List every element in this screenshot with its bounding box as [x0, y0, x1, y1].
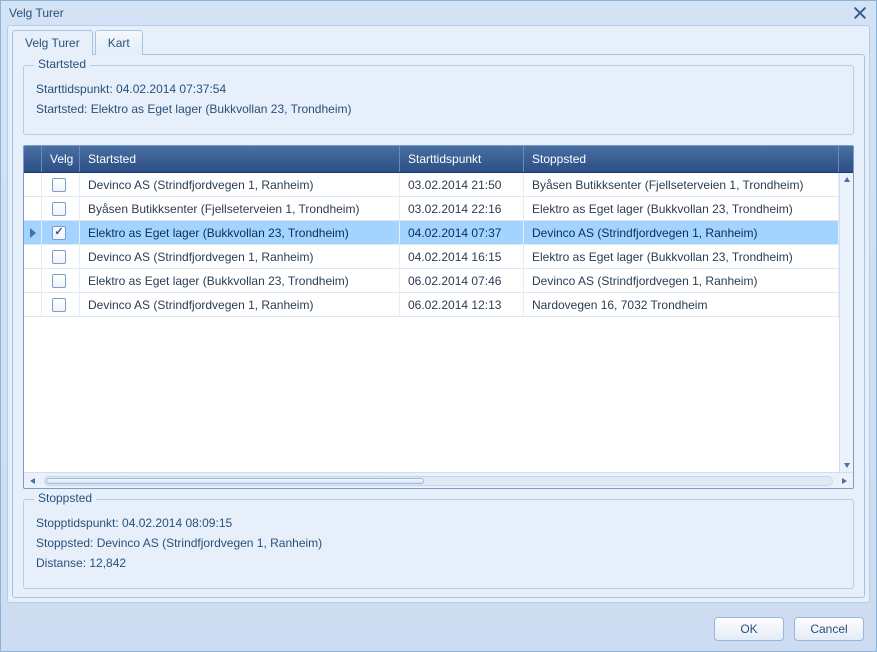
- startsted-group: Startsted Starttidspunkt: 04.02.2014 07:…: [23, 65, 854, 135]
- cell-startsted: Byåsen Butikksenter (Fjellseterveien 1, …: [80, 197, 400, 220]
- table-row[interactable]: Devinco AS (Strindfjordvegen 1, Ranheim)…: [24, 173, 853, 197]
- row-indicator: [24, 293, 42, 316]
- column-header-velg[interactable]: Velg: [42, 146, 80, 172]
- cell-startsted: Elektro as Eget lager (Bukkvollan 23, Tr…: [80, 221, 400, 244]
- cell-stoppsted: Devinco AS (Strindfjordvegen 1, Ranheim): [524, 269, 839, 292]
- stoppsted-legend: Stoppsted: [34, 491, 96, 505]
- grid-header: Velg Startsted Starttidspunkt Stoppsted: [24, 146, 853, 173]
- column-header-stoppsted[interactable]: Stoppsted: [524, 146, 839, 172]
- starttidspunkt-text: Starttidspunkt: 04.02.2014 07:37:54: [36, 82, 841, 96]
- cell-startsted: Devinco AS (Strindfjordvegen 1, Ranheim): [80, 173, 400, 196]
- velg-checkbox[interactable]: [52, 202, 66, 216]
- scroll-left-icon[interactable]: [26, 474, 40, 488]
- cell-stoppsted: Elektro as Eget lager (Bukkvollan 23, Tr…: [524, 197, 839, 220]
- tab-label: Velg Turer: [25, 36, 80, 50]
- velg-checkbox[interactable]: [52, 226, 66, 240]
- cell-stoppsted: Byåsen Butikksenter (Fjellseterveien 1, …: [524, 173, 839, 196]
- cell-starttidspunkt: 04.02.2014 16:15: [400, 245, 524, 268]
- cell-velg: [42, 269, 80, 292]
- cell-startsted: Devinco AS (Strindfjordvegen 1, Ranheim): [80, 293, 400, 316]
- dialog-window: Velg Turer Velg Turer Kart Startsted Sta…: [0, 0, 877, 652]
- column-header-starttidspunkt[interactable]: Starttidspunkt: [400, 146, 524, 172]
- table-row[interactable]: Elektro as Eget lager (Bukkvollan 23, Tr…: [24, 221, 853, 245]
- cancel-label: Cancel: [810, 622, 847, 636]
- hscroll-thumb[interactable]: [46, 478, 424, 484]
- cell-velg: [42, 197, 80, 220]
- row-indicator: [24, 221, 42, 244]
- cell-velg: [42, 173, 80, 196]
- ok-button[interactable]: OK: [714, 617, 784, 641]
- tab-label: Kart: [108, 36, 130, 50]
- hscroll-track[interactable]: [44, 476, 833, 486]
- content-area: Velg Turer Kart Startsted Starttidspunkt…: [7, 25, 870, 603]
- column-header-scroll-gutter: [839, 146, 853, 172]
- scroll-up-icon[interactable]: [840, 173, 854, 187]
- startsted-text: Startsted: Elektro as Eget lager (Bukkvo…: [36, 102, 841, 116]
- stopptidspunkt-text: Stopptidspunkt: 04.02.2014 08:09:15: [36, 516, 841, 530]
- cell-startsted: Devinco AS (Strindfjordvegen 1, Ranheim): [80, 245, 400, 268]
- button-bar: OK Cancel: [1, 609, 876, 651]
- cell-velg: [42, 221, 80, 244]
- cell-stoppsted: Nardovegen 16, 7032 Trondheim: [524, 293, 839, 316]
- row-indicator: [24, 245, 42, 268]
- velg-checkbox[interactable]: [52, 298, 66, 312]
- row-indicator: [24, 173, 42, 196]
- table-row[interactable]: Devinco AS (Strindfjordvegen 1, Ranheim)…: [24, 293, 853, 317]
- cell-stoppsted: Elektro as Eget lager (Bukkvollan 23, Tr…: [524, 245, 839, 268]
- cell-velg: [42, 293, 80, 316]
- column-header-startsted[interactable]: Startsted: [80, 146, 400, 172]
- cell-stoppsted: Devinco AS (Strindfjordvegen 1, Ranheim): [524, 221, 839, 244]
- row-indicator: [24, 197, 42, 220]
- trips-grid: Velg Startsted Starttidspunkt Stoppsted …: [23, 145, 854, 489]
- tab-panel: Startsted Starttidspunkt: 04.02.2014 07:…: [12, 54, 865, 598]
- cell-starttidspunkt: 03.02.2014 21:50: [400, 173, 524, 196]
- velg-checkbox[interactable]: [52, 178, 66, 192]
- window-title: Velg Turer: [9, 1, 64, 25]
- ok-label: OK: [740, 622, 757, 636]
- distanse-text: Distanse: 12,842: [36, 556, 841, 570]
- startsted-legend: Startsted: [34, 57, 90, 71]
- cancel-button[interactable]: Cancel: [794, 617, 864, 641]
- cell-starttidspunkt: 03.02.2014 22:16: [400, 197, 524, 220]
- scroll-down-icon[interactable]: [840, 458, 854, 472]
- cell-starttidspunkt: 04.02.2014 07:37: [400, 221, 524, 244]
- stoppsted-group: Stoppsted Stopptidspunkt: 04.02.2014 08:…: [23, 499, 854, 589]
- cell-startsted: Elektro as Eget lager (Bukkvollan 23, Tr…: [80, 269, 400, 292]
- cell-starttidspunkt: 06.02.2014 07:46: [400, 269, 524, 292]
- current-row-icon: [30, 228, 36, 238]
- stoppsted-text: Stoppsted: Devinco AS (Strindfjordvegen …: [36, 536, 841, 550]
- row-indicator: [24, 269, 42, 292]
- tab-velg-turer[interactable]: Velg Turer: [12, 30, 93, 55]
- titlebar: Velg Turer: [1, 1, 876, 25]
- table-row[interactable]: Elektro as Eget lager (Bukkvollan 23, Tr…: [24, 269, 853, 293]
- horizontal-scrollbar[interactable]: [24, 472, 853, 488]
- vertical-scrollbar[interactable]: [839, 173, 853, 472]
- velg-checkbox[interactable]: [52, 250, 66, 264]
- table-row[interactable]: Devinco AS (Strindfjordvegen 1, Ranheim)…: [24, 245, 853, 269]
- velg-checkbox[interactable]: [52, 274, 66, 288]
- tab-kart[interactable]: Kart: [95, 30, 143, 55]
- column-header-indicator[interactable]: [24, 146, 42, 172]
- table-row[interactable]: Byåsen Butikksenter (Fjellseterveien 1, …: [24, 197, 853, 221]
- cell-starttidspunkt: 06.02.2014 12:13: [400, 293, 524, 316]
- scroll-right-icon[interactable]: [837, 474, 851, 488]
- grid-body: Devinco AS (Strindfjordvegen 1, Ranheim)…: [24, 173, 853, 472]
- cell-velg: [42, 245, 80, 268]
- tabstrip: Velg Turer Kart: [12, 30, 865, 55]
- close-icon[interactable]: [852, 5, 868, 21]
